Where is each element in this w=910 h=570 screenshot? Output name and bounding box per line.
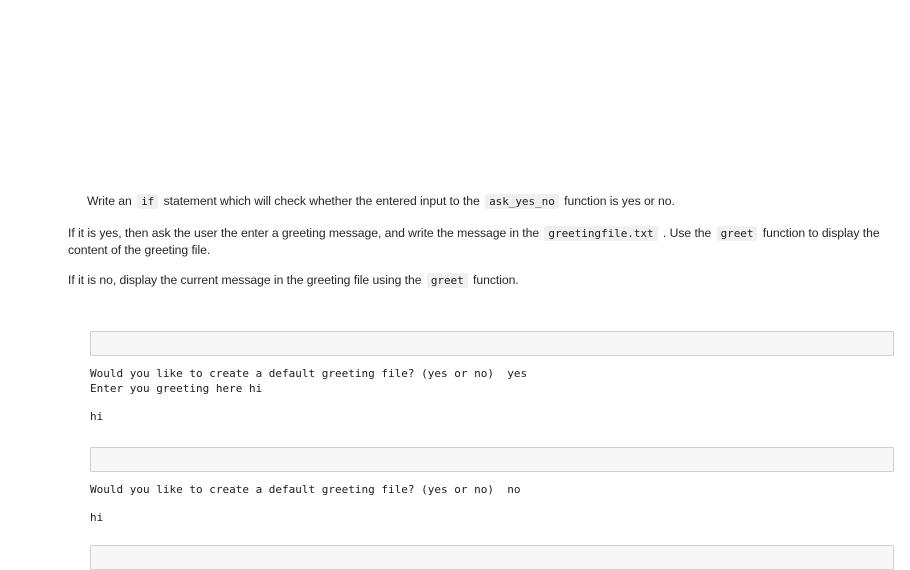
code-input-area[interactable] [90,544,894,570]
cell-result-output: hi [90,410,104,423]
cell-spacer [90,526,894,545]
code-input-area[interactable] [90,331,894,356]
notebook-cell [90,544,894,570]
instruction-paragraph-yes-branch: If it is yes, then ask the user the ente… [68,225,892,259]
code-span-if: if [137,194,159,209]
cell-spacer [90,425,894,447]
notebook-cell: Would you like to create a default greet… [90,331,894,425]
code-span-greet: greet [426,273,468,288]
text-segment: If it is no, display the current message… [68,273,425,287]
instruction-paragraph-if-statement: Write an if statement which will check w… [68,193,892,210]
text-segment: Write an [87,194,136,208]
text-segment: function is yes or no. [560,194,675,208]
notebook-page: Write an if statement which will check w… [0,0,910,570]
code-span-ask-yes-no: ask_yes_no [485,194,559,209]
code-input-area[interactable] [90,446,894,472]
code-span-greetingfile-txt: greetingfile.txt [544,226,658,241]
text-segment: If it is yes, then ask the user the ente… [68,226,543,240]
cell-stream-output: Would you like to create a default greet… [90,367,528,395]
text-segment: . Use the [659,226,715,240]
notebook-cells: Would you like to create a default greet… [90,331,894,570]
cell-result-output: hi [90,511,104,524]
text-segment: statement which will check whether the e… [160,194,484,208]
code-span-greet: greet [716,226,758,241]
text-segment: function. [469,273,519,287]
instructions-block: Write an if statement which will check w… [68,193,892,289]
cell-stream-output: Would you like to create a default greet… [90,482,521,496]
instruction-paragraph-no-branch: If it is no, display the current message… [68,272,892,289]
notebook-cell: Would you like to create a default greet… [90,446,894,526]
